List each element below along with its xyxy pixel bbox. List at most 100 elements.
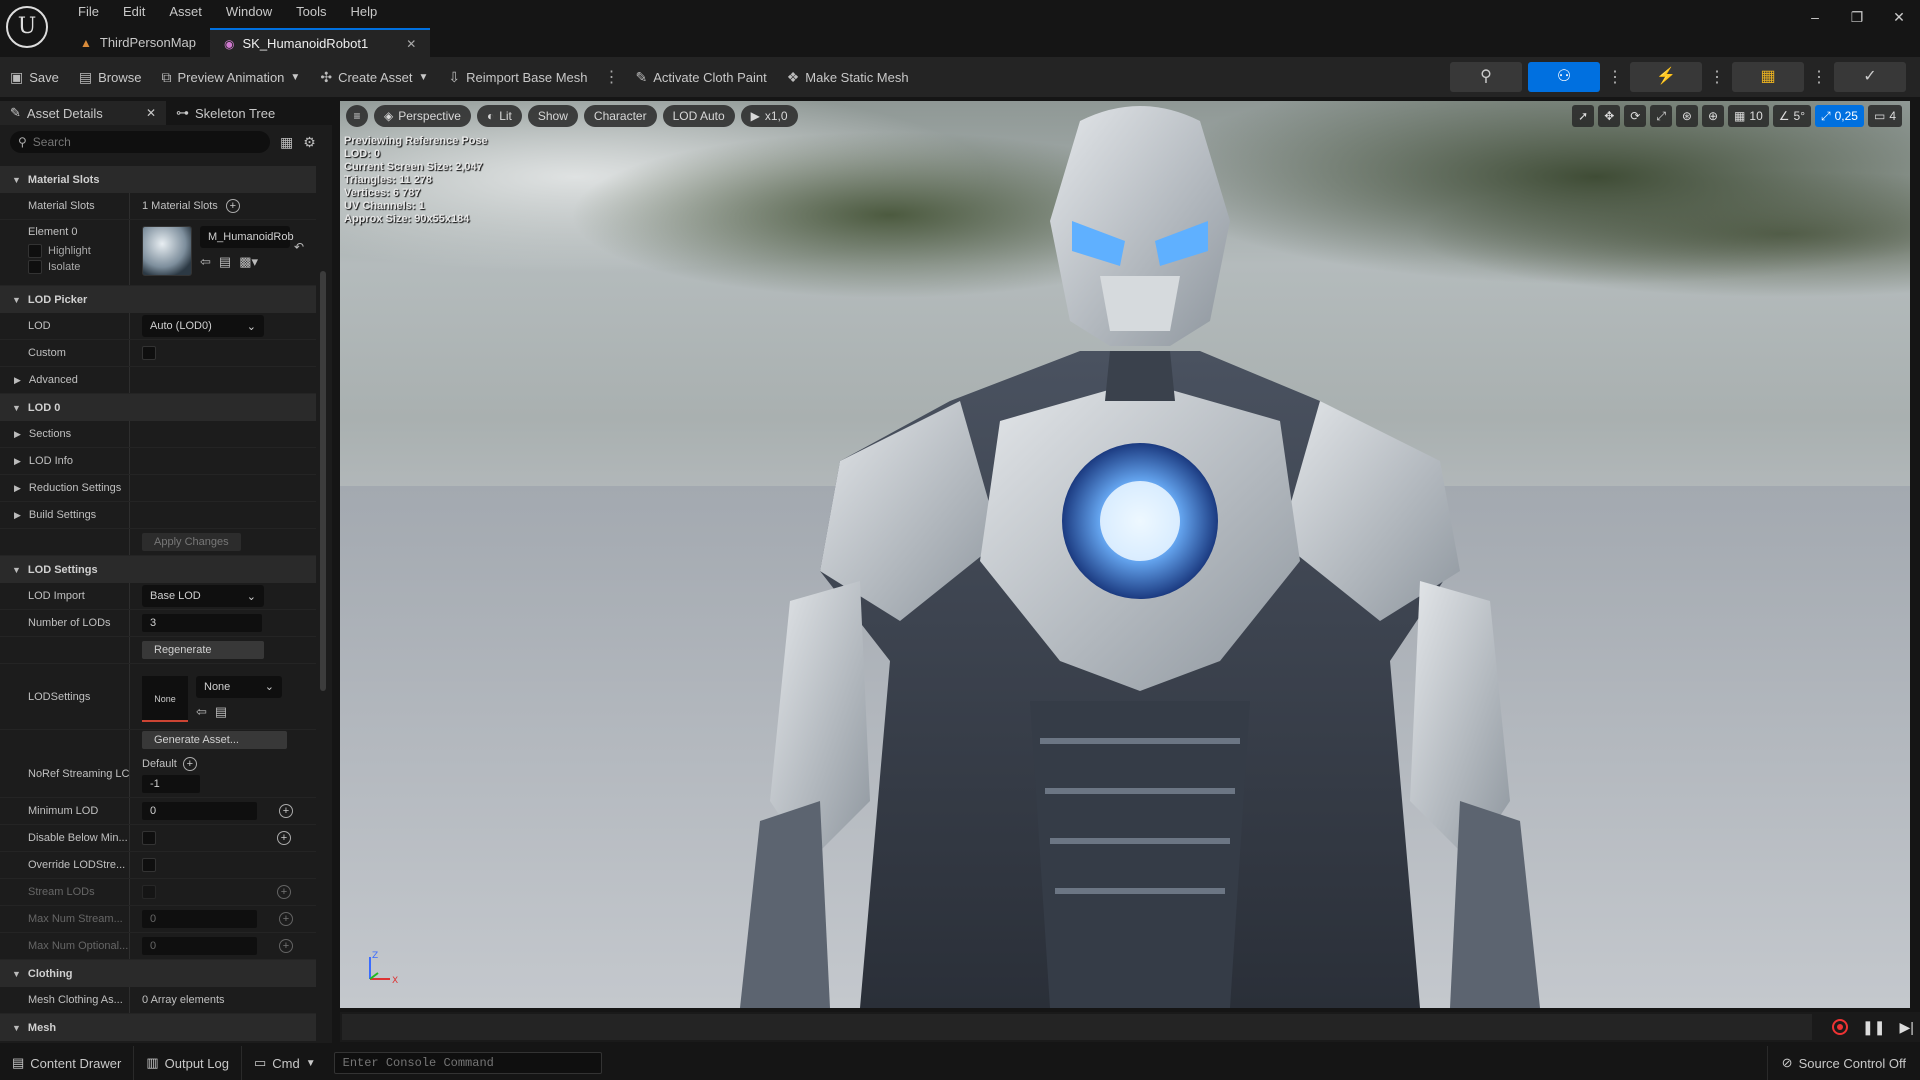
- viewport-menu-button[interactable]: ≡: [346, 105, 368, 127]
- close-icon[interactable]: ✕: [406, 37, 416, 51]
- use-selected-icon[interactable]: ⇦: [196, 704, 207, 719]
- output-log-button[interactable]: ▥ Output Log: [134, 1046, 242, 1080]
- unreal-logo-icon[interactable]: U: [6, 6, 48, 48]
- section-mesh[interactable]: ▼ Mesh: [0, 1014, 316, 1041]
- mode-options-icon[interactable]: ⋮: [1606, 67, 1624, 87]
- mode-options-icon[interactable]: ⋮: [1810, 67, 1828, 87]
- lod-dropdown[interactable]: Auto (LOD0) ⌄: [142, 315, 264, 337]
- content-drawer-button[interactable]: ▤ Content Drawer: [0, 1046, 135, 1080]
- character-button[interactable]: Character: [583, 105, 657, 127]
- scale-snap-button[interactable]: ⤢ 0,25: [1815, 105, 1864, 127]
- max-optional-field[interactable]: 0: [142, 937, 257, 955]
- restore-button[interactable]: ❐: [1836, 0, 1878, 34]
- lodsettings-dropdown[interactable]: None ⌄: [196, 675, 282, 698]
- add-icon[interactable]: +: [277, 831, 291, 845]
- record-button[interactable]: [1832, 1019, 1848, 1035]
- lod-import-dropdown[interactable]: Base LOD ⌄: [142, 585, 264, 607]
- browse-folder-icon[interactable]: ▤: [215, 704, 227, 719]
- minimum-lod-field[interactable]: 0: [142, 802, 257, 820]
- angle-snap-button[interactable]: ∠ 5°: [1772, 105, 1811, 127]
- reimport-options-icon[interactable]: ⋮: [598, 67, 626, 87]
- show-button[interactable]: Show: [527, 105, 578, 127]
- lodsettings-thumbnail[interactable]: None: [142, 675, 188, 722]
- group-build-settings[interactable]: ▶ Build Settings: [0, 502, 316, 529]
- group-sections[interactable]: ▶ Sections: [0, 421, 316, 448]
- viewport[interactable]: ≡ ◈ Perspective ◐ Lit Show Character LOD A…: [340, 101, 1910, 1008]
- gear-icon[interactable]: ⚙: [303, 134, 316, 151]
- browse-button[interactable]: ▤ Browse: [69, 57, 152, 97]
- animation-mode-icon[interactable]: ⚡: [1630, 62, 1702, 92]
- close-icon[interactable]: ✕: [146, 106, 156, 120]
- table-view-icon[interactable]: ▦: [280, 134, 293, 151]
- surface-snap-icon[interactable]: ⊕: [1701, 105, 1725, 127]
- max-stream-field[interactable]: 0: [142, 910, 257, 928]
- minimize-button[interactable]: –: [1794, 0, 1836, 34]
- lod-auto-button[interactable]: LOD Auto: [662, 105, 735, 127]
- make-static-mesh-button[interactable]: ❖ Make Static Mesh: [777, 57, 919, 97]
- custom-checkbox[interactable]: [142, 346, 156, 360]
- regenerate-button[interactable]: Regenerate: [142, 641, 264, 659]
- tab-skeleton-tree[interactable]: ⊶ Skeleton Tree: [166, 101, 285, 125]
- add-icon[interactable]: +: [279, 804, 293, 818]
- isolate-checkbox[interactable]: [28, 260, 42, 274]
- reset-icon[interactable]: ↶: [294, 240, 304, 285]
- stream-lods-checkbox[interactable]: [142, 885, 156, 899]
- add-icon[interactable]: +: [277, 885, 291, 899]
- camera-speed-button[interactable]: ▭ 4: [1867, 105, 1902, 127]
- section-clothing[interactable]: ▼ Clothing: [0, 960, 316, 987]
- create-asset-button[interactable]: ✣ Create Asset ▼: [310, 57, 438, 97]
- generate-asset-button[interactable]: Generate Asset...: [142, 731, 287, 749]
- group-advanced[interactable]: ▶ Advanced: [0, 367, 316, 394]
- tab-asset-details[interactable]: ✎ Asset Details ✕: [0, 101, 166, 125]
- playback-speed-button[interactable]: ▶ x1,0: [740, 105, 798, 127]
- perspective-button[interactable]: ◈ Perspective: [374, 105, 471, 127]
- preview-animation-button[interactable]: ⧉ Preview Animation ▼: [151, 57, 310, 97]
- menu-asset[interactable]: Asset: [157, 2, 214, 22]
- search-input[interactable]: [32, 135, 253, 149]
- lit-button[interactable]: ◐ Lit: [476, 105, 522, 127]
- group-lod-info[interactable]: ▶ LOD Info: [0, 448, 316, 475]
- physics-mode-icon[interactable]: ✓: [1834, 62, 1906, 92]
- rotate-tool-icon[interactable]: ⟳: [1624, 105, 1647, 127]
- timeline-track[interactable]: [342, 1014, 1812, 1040]
- noref-field[interactable]: -1: [142, 774, 200, 793]
- cloth-paint-button[interactable]: ✎ Activate Cloth Paint: [626, 57, 777, 97]
- blueprint-mode-icon[interactable]: ▦: [1732, 62, 1804, 92]
- translate-tool-icon[interactable]: ✥: [1598, 105, 1621, 127]
- console-input[interactable]: [333, 1052, 602, 1074]
- apply-changes-button[interactable]: Apply Changes: [142, 533, 241, 551]
- material-thumbnail[interactable]: [142, 226, 192, 276]
- highlight-checkbox[interactable]: [28, 244, 42, 258]
- override-checkbox[interactable]: [142, 858, 156, 872]
- scale-tool-icon[interactable]: ⤢: [1650, 105, 1672, 127]
- menu-window[interactable]: Window: [214, 2, 284, 22]
- tab-sk-humanoidrobot1[interactable]: ◉ SK_HumanoidRobot1 ✕: [210, 28, 431, 57]
- add-icon[interactable]: +: [225, 199, 240, 213]
- section-lod-settings[interactable]: ▼ LOD Settings: [0, 556, 316, 583]
- add-icon[interactable]: +: [279, 912, 293, 926]
- section-lod-picker[interactable]: ▼ LOD Picker: [0, 286, 316, 313]
- section-lod0[interactable]: ▼ LOD 0: [0, 394, 316, 421]
- step-forward-icon[interactable]: ▶|: [1899, 1019, 1913, 1036]
- menu-help[interactable]: Help: [338, 2, 389, 22]
- select-tool-icon[interactable]: ➚: [1572, 105, 1595, 127]
- menu-file[interactable]: File: [66, 2, 111, 22]
- material-options-icon[interactable]: ▩▾: [239, 254, 258, 269]
- material-picker[interactable]: M_HumanoidRob: [200, 226, 294, 248]
- reimport-button[interactable]: ⇩ Reimport Base Mesh: [438, 57, 597, 97]
- save-button[interactable]: ▣ Save: [0, 57, 69, 97]
- mode-options-icon[interactable]: ⋮: [1708, 67, 1726, 87]
- section-material-slots[interactable]: ▼ Material Slots: [0, 166, 316, 193]
- number-of-lods-field[interactable]: 3: [142, 614, 262, 632]
- pause-icon[interactable]: ❚❚: [1862, 1019, 1885, 1036]
- disable-below-checkbox[interactable]: [142, 831, 156, 845]
- use-selected-icon[interactable]: ⇦: [200, 254, 211, 269]
- source-control-button[interactable]: ⊘ Source Control Off: [1766, 1046, 1920, 1080]
- world-local-icon[interactable]: ⊛: [1675, 105, 1698, 127]
- add-icon[interactable]: +: [279, 939, 293, 953]
- tab-thirdpersonmap[interactable]: ▲ ThirdPersonMap: [66, 28, 210, 57]
- grid-snap-button[interactable]: ▦ 10: [1728, 105, 1769, 127]
- group-reduction-settings[interactable]: ▶ Reduction Settings: [0, 475, 316, 502]
- menu-edit[interactable]: Edit: [111, 2, 157, 22]
- add-icon[interactable]: +: [182, 756, 197, 771]
